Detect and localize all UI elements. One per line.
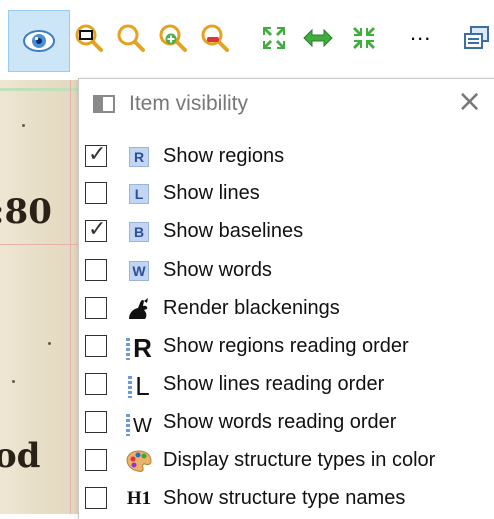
option-show-lines[interactable]: L Show lines [79,174,494,212]
zoom-in-icon [159,24,187,52]
checkbox[interactable]: ✓ [85,217,107,242]
words-reading-order-icon: W [125,410,153,436]
more-tools-button[interactable]: ... [410,20,431,46]
zoom-selection-button[interactable] [70,16,106,60]
checkbox[interactable] [85,449,107,471]
option-show-lines-reading-order[interactable]: L Show lines reading order [79,365,494,403]
structure-name-glyph: H1 [126,488,152,509]
badge-letter: B [129,222,149,242]
order-dots [126,414,131,436]
panel-title: Item visibility [129,92,249,115]
zoom-out-icon [201,24,229,52]
toolbar: ... [0,0,494,80]
badge-letter: W [129,261,149,281]
structure-names-icon: H1 [125,486,153,512]
panel-window-icon [93,95,115,113]
option-label: Display structure types in color [163,449,436,471]
ink-speck [12,380,15,383]
option-show-words-reading-order[interactable]: W Show words reading order [79,403,494,441]
ink-speck [48,342,51,345]
option-label: Show lines reading order [163,373,385,395]
fit-width-icon [303,28,333,48]
badge-letter: L [129,184,149,204]
option-display-structure-types-in-color[interactable]: Display structure types in color [79,441,494,479]
close-icon[interactable]: × [457,87,482,117]
order-dots [126,338,131,360]
option-label: Show baselines [163,220,304,242]
checkbox[interactable] [85,373,107,395]
option-render-blackenings[interactable]: Render blackenings [79,289,494,327]
option-label: Show words [163,259,272,281]
ruling-line [0,244,78,245]
zoom-in-button[interactable] [154,16,190,60]
document-canvas[interactable]: :80 od [0,80,78,514]
option-label: Show regions [163,145,285,167]
blackening-icon [125,296,153,322]
words-badge-icon: W [125,258,153,284]
checkbox[interactable] [85,297,107,319]
option-label: Render blackenings [163,297,340,319]
option-label: Show structure type names [163,487,406,509]
option-label: Show words reading order [163,411,397,433]
checkbox[interactable]: ✓ [85,142,107,167]
manuscript-text: od [0,436,41,476]
option-show-baselines[interactable]: ✓ B Show baselines [79,212,494,250]
panel-header: Item visibility × [79,79,494,131]
badge-letter: R [129,147,149,167]
region-separator [0,88,78,91]
eye-icon [23,30,55,52]
fit-width-button[interactable] [300,16,336,60]
regions-badge-icon: R [125,144,153,170]
order-letter: L [135,371,150,401]
fit-height-button[interactable] [346,16,382,60]
baselines-badge-icon: B [125,219,153,245]
option-show-structure-type-names[interactable]: H1 Show structure type names [79,479,494,517]
fit-page-button[interactable] [256,16,292,60]
order-letter: W [133,415,152,437]
lines-badge-icon: L [125,181,153,207]
toggle-visibility-button[interactable] [8,10,70,72]
lines-reading-order-icon: L [125,371,153,401]
option-label: Show lines [163,182,260,204]
fit-height-icon [353,27,375,49]
checkbox[interactable] [85,411,107,433]
zoom-button[interactable] [112,16,148,60]
item-visibility-panel: Item visibility × ✓ R Show regions L Sho… [78,78,494,519]
zoom-selection-icon [75,24,103,52]
regions-reading-order-icon: R [125,333,153,363]
checkbox[interactable] [85,487,107,509]
manuscript-text: :80 [0,192,52,232]
margin-line [70,80,71,514]
check-icon: ✓ [88,142,107,167]
zoom-icon [117,24,145,52]
windows-icon [464,26,489,49]
option-show-regions-reading-order[interactable]: R Show regions reading order [79,327,494,365]
order-letter: R [133,333,152,363]
palette-icon [125,448,153,474]
option-label: Show regions reading order [163,335,409,357]
checkbox[interactable] [85,182,107,204]
fit-page-icon [263,27,285,49]
option-show-words[interactable]: W Show words [79,251,494,289]
checkbox[interactable] [85,335,107,357]
option-show-regions[interactable]: ✓ R Show regions [79,137,494,175]
ink-speck [22,124,25,127]
zoom-out-button[interactable] [196,16,232,60]
copy-button[interactable] [458,16,494,60]
check-icon: ✓ [88,217,107,242]
checkbox[interactable] [85,259,107,281]
order-dots [128,376,133,398]
